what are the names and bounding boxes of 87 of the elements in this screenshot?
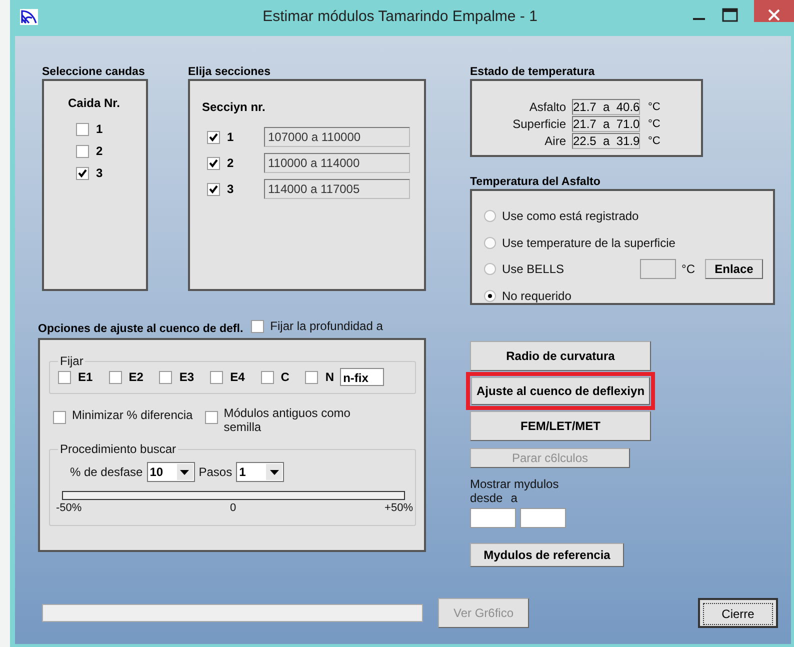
checkbox[interactable]: [76, 144, 89, 158]
checkbox[interactable]: [204, 411, 218, 424]
offset-dropdown[interactable]: 10: [146, 462, 195, 482]
section-heading: Secciyn nr.: [202, 100, 266, 114]
to-field[interactable]: [520, 508, 566, 528]
checkbox[interactable]: [76, 122, 89, 136]
checkbox[interactable]: [305, 370, 318, 384]
action-button[interactable]: Ajuste al cuenco de deflexiyn: [471, 377, 650, 405]
bells-field[interactable]: [640, 259, 676, 280]
radio-label: Use como está registrado: [502, 209, 639, 224]
temperature-field: 21.7 a 40.6: [572, 98, 640, 114]
checkbox-label: 1: [96, 122, 103, 136]
dropdown-arrow-icon[interactable]: [270, 470, 279, 474]
reference-button[interactable]: Mydulos de referencia: [470, 543, 624, 567]
checkbox[interactable]: [108, 370, 122, 384]
range-field[interactable]: 110000 a 114000: [264, 153, 410, 173]
close-button[interactable]: [754, 0, 794, 22]
checkbox[interactable]: [207, 182, 220, 196]
checkbox[interactable]: [58, 370, 71, 384]
unit-label: °C: [648, 134, 660, 146]
checkbox[interactable]: [53, 411, 66, 424]
checkbox[interactable]: [260, 370, 274, 384]
group-title: Opciones de ajuste al cuenco de defl.: [38, 322, 244, 336]
checkbox-label: E1: [78, 370, 93, 384]
checkbox-label: E2: [128, 370, 144, 384]
checkbox-label: N: [325, 370, 334, 384]
show-modules-label: Mostrar mydulos: [470, 477, 559, 491]
from-field[interactable]: [470, 508, 516, 528]
maximize-icon[interactable]: [722, 8, 738, 22]
link-button[interactable]: Enlace: [705, 259, 763, 280]
offset-label: % de desfase: [70, 465, 143, 479]
radio-label: Use BELLS: [502, 262, 564, 276]
unit-label: °C: [682, 262, 695, 276]
checkbox-label: E3: [179, 370, 194, 384]
unit-label: °C: [648, 100, 660, 112]
checkbox[interactable]: [251, 320, 264, 332]
temperature-label: Aire: [544, 134, 566, 148]
n-fix-field[interactable]: n-fix: [340, 368, 384, 386]
checkbox-label: C: [280, 370, 290, 384]
radio-button[interactable]: [484, 263, 496, 276]
radio-label: Use temperature de la superficie: [502, 236, 676, 250]
checkbox-label: Minimizar % diferencia: [72, 408, 193, 422]
checkbox-label: 2: [96, 144, 103, 158]
checkbox[interactable]: [210, 370, 224, 384]
group-title: Seleccione caнdas: [42, 65, 146, 79]
group-legend: Procedimiento buscar: [58, 442, 178, 456]
group-title: Elija secciones: [188, 65, 272, 79]
checkbox-label: 2: [227, 156, 235, 170]
scale-label: -50%: [56, 502, 82, 514]
checkbox-label: Fijar la profundidad a: [270, 319, 383, 333]
steps-dropdown[interactable]: 1: [236, 462, 284, 482]
checkbox[interactable]: [207, 156, 220, 170]
scale-label: 0: [230, 502, 236, 514]
radio-button[interactable]: [484, 236, 496, 249]
action-button[interactable]: FEM/LET/MET: [470, 411, 651, 441]
checkbox[interactable]: [207, 130, 220, 144]
unit-label: °C: [648, 118, 660, 130]
group-title: Temperatura del Asfalto: [470, 175, 600, 189]
window-title: Estimar módulos Tamarindo Empalme - 1: [262, 8, 538, 25]
radio-button[interactable]: [484, 290, 496, 302]
checkbox-label: 1: [227, 130, 235, 144]
action-button[interactable]: Radio de curvatura: [470, 341, 651, 371]
checkbox-label: 3: [96, 166, 103, 180]
temperature-field: 21.7 a 71.0: [572, 116, 640, 132]
dropdown-arrow-icon[interactable]: [180, 470, 190, 474]
close-dialog-button[interactable]: Cierre: [698, 598, 778, 628]
steps-label: Pasos: [198, 465, 232, 479]
radio-button[interactable]: [484, 210, 496, 222]
radio-label: No requerido: [502, 288, 572, 303]
checkbox-label: Módulos antiguos como semilla: [224, 406, 352, 434]
scale-label: +50%: [384, 502, 413, 514]
range-field[interactable]: 114000 a 117005: [264, 179, 410, 199]
checkbox-label: 3: [227, 182, 235, 196]
range-field[interactable]: 107000 a 110000: [264, 127, 410, 147]
temperature-field: 22.5 a 31.9: [572, 132, 640, 148]
group-title: Estado de temperatura: [470, 65, 595, 79]
caida-heading: Caida Nr.: [68, 96, 122, 110]
app-logo-icon: [20, 8, 38, 24]
close-icon: [768, 9, 780, 21]
temperature-label: Superficie: [512, 116, 566, 130]
checkbox[interactable]: [76, 166, 89, 180]
checkbox-label: E4: [230, 370, 245, 384]
group-legend: Fijar: [58, 354, 86, 368]
temperature-label: Asfalto: [528, 100, 566, 114]
from-label: desde: [470, 491, 503, 505]
checkbox[interactable]: [159, 370, 172, 384]
to-label: a: [510, 491, 518, 505]
